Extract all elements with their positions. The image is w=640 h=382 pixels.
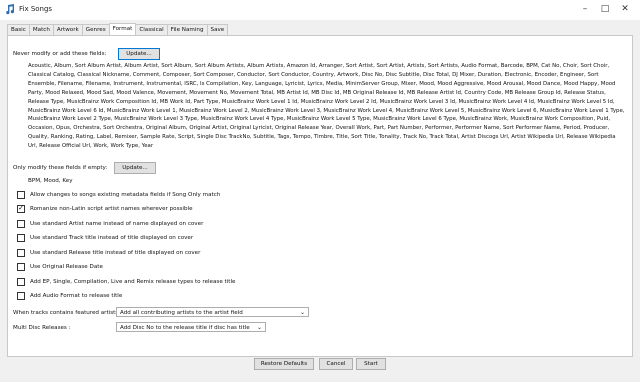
maximize-icon[interactable]: □ [598, 3, 612, 15]
cancel-button[interactable]: Cancel [319, 358, 353, 370]
only-modify-fields-text: BPM, Mood, Key [28, 178, 73, 184]
never-modify-label: Never modify or add these fields: [13, 51, 107, 57]
start-button[interactable]: Start [356, 358, 386, 370]
standard-release-label: Use standard Release title instead of ti… [30, 249, 201, 256]
option-allow-changes[interactable]: Allow changes to songs existing metadata… [17, 190, 220, 199]
allow-changes-checkbox[interactable] [17, 190, 25, 199]
option-standard-track[interactable]: Use standard Track title instead of titl… [17, 233, 193, 242]
chevron-down-icon: ⌄ [256, 324, 262, 331]
romanize-label: Romanize non-Latin script artist names w… [30, 205, 193, 212]
add-audio-format-checkbox[interactable] [17, 291, 25, 300]
music-note-icon [6, 4, 15, 15]
add-audio-format-label: Add Audio Format to release title [30, 292, 123, 299]
original-release-date-checkbox[interactable] [17, 262, 25, 271]
never-modify-update-button[interactable]: Update... [118, 48, 160, 60]
multi-disc-label: Multi Disc Releases : [13, 325, 71, 331]
option-add-audio-format[interactable]: Add Audio Format to release title [17, 291, 122, 300]
minimize-icon[interactable]: – [578, 3, 592, 15]
add-release-types-checkbox[interactable] [17, 277, 25, 286]
original-release-date-label: Use Original Release Date [30, 263, 103, 270]
option-original-release-date[interactable]: Use Original Release Date [17, 262, 103, 271]
option-add-release-types[interactable]: Add EP, Single, Compilation, Live and Re… [17, 277, 236, 286]
tab-basic[interactable]: Basic [7, 24, 30, 35]
add-release-types-label: Add EP, Single, Compilation, Live and Re… [30, 278, 236, 285]
restore-defaults-button[interactable]: Restore Defaults [254, 358, 314, 370]
featured-artists-value: Add all contributing artists to the arti… [120, 310, 243, 316]
romanize-checkbox[interactable]: ✓ [17, 203, 25, 213]
standard-artist-checkbox[interactable] [17, 219, 25, 228]
option-romanize[interactable]: ✓ Romanize non-Latin script artist names… [17, 204, 193, 213]
multi-disc-value: Add Disc No to the release title if disc… [120, 325, 250, 331]
standard-release-checkbox[interactable] [17, 248, 25, 257]
chevron-down-icon: ⌄ [299, 309, 305, 316]
window-title: Fix Songs [19, 5, 53, 13]
standard-artist-label: Use standard Artist name instead of name… [30, 220, 204, 227]
option-standard-artist[interactable]: Use standard Artist name instead of name… [17, 219, 203, 228]
checkmark-icon: ✓ [18, 203, 24, 212]
only-modify-update-button[interactable]: Update... [114, 162, 156, 174]
close-icon[interactable]: ✕ [618, 3, 632, 15]
tab-classical[interactable]: Classical [135, 24, 168, 35]
only-modify-label: Only modify these fields if empty: [13, 165, 108, 171]
featured-artists-select[interactable]: Add all contributing artists to the arti… [116, 307, 309, 317]
featured-artists-label: When tracks contains featured artists: [13, 310, 121, 316]
never-modify-fields-text: Acoustic, Album, Sort Album Artist, Albu… [28, 63, 625, 150]
tab-file-naming[interactable]: File Naming [166, 24, 208, 35]
tab-match[interactable]: Match [28, 24, 54, 35]
standard-track-checkbox[interactable] [17, 233, 25, 242]
option-standard-release[interactable]: Use standard Release title instead of ti… [17, 248, 200, 257]
multi-disc-select[interactable]: Add Disc No to the release title if disc… [116, 322, 266, 332]
tab-save[interactable]: Save [206, 24, 229, 35]
standard-track-label: Use standard Track title instead of titl… [30, 234, 194, 241]
title-bar: Fix Songs – □ ✕ [0, 0, 640, 20]
tab-artwork[interactable]: Artwork [52, 24, 83, 35]
tab-bar: Basic Match Artwork Genres Format Classi… [7, 23, 229, 35]
tab-format[interactable]: Format [108, 23, 137, 35]
tab-genres[interactable]: Genres [81, 24, 110, 35]
allow-changes-label: Allow changes to songs existing metadata… [30, 191, 221, 198]
